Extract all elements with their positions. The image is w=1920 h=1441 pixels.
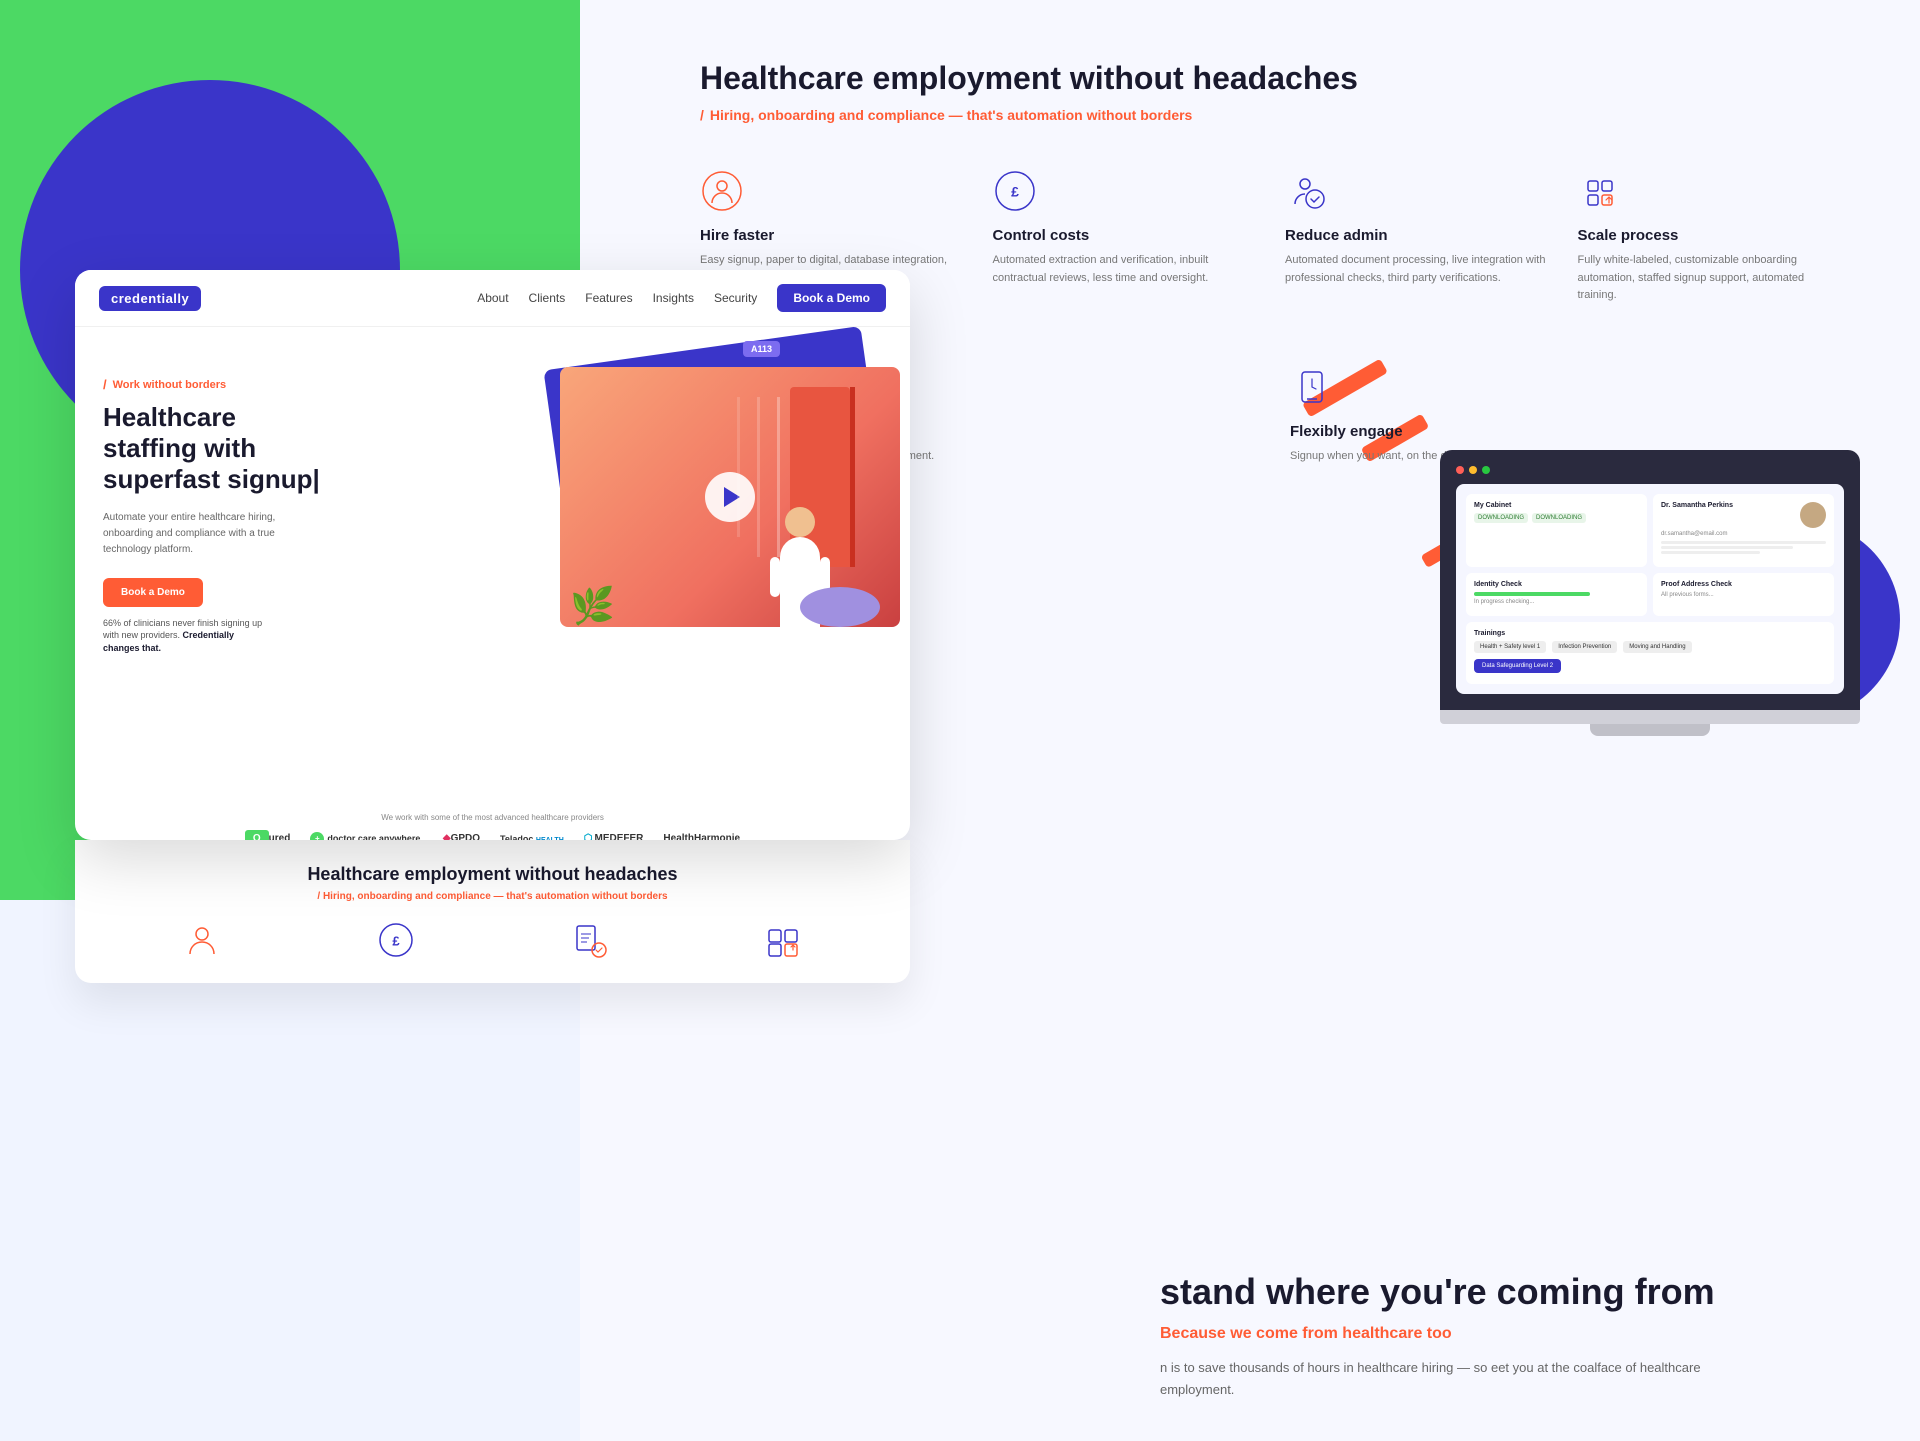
dot-red: [1456, 466, 1464, 474]
partner-medefer: ⬡MEDEFER: [584, 833, 644, 840]
mobile-icon-2: [1290, 365, 1334, 409]
nav-about[interactable]: About: [477, 291, 508, 305]
person-check-icon: [1285, 169, 1329, 213]
scale-process-title: Scale process: [1578, 227, 1841, 244]
section2-icon-2: £: [378, 922, 414, 963]
stand-out-title: stand where you're coming from: [1160, 1270, 1860, 1313]
feature-control-costs: £ Control costs Automated extraction and…: [993, 159, 1256, 315]
section2-heading: Healthcare employment without headaches: [105, 864, 880, 885]
section2-title: Healthcare employment without headaches …: [105, 864, 880, 902]
stand-out-subtitle: Because we come from healthcare too: [1160, 1325, 1860, 1343]
partner-qured: Qured: [245, 830, 290, 840]
section2-icons-row: £: [105, 922, 880, 963]
illustration-room: 🌿: [560, 367, 900, 627]
hero-description: Automate your entire healthcare hiring, …: [103, 510, 323, 558]
address-card: Proof Address Check All previous forms..…: [1653, 573, 1834, 616]
section2-subtitle: / Hiring, onboarding and compliance — th…: [105, 891, 880, 902]
partner-gpdq: ◆GPDQ: [443, 833, 480, 840]
scale-icon: [1578, 169, 1622, 213]
browser-window: credentially About Clients Features Insi…: [75, 270, 910, 840]
profile-card: Dr. Samantha Perkins dr.samantha@email.c…: [1653, 494, 1834, 567]
cabinet-card: My Cabinet DOWNLOADING DOWNLOADING: [1466, 494, 1647, 567]
features-subtitle: Hiring, onboarding and compliance — that…: [700, 107, 1840, 123]
control-costs-title: Control costs: [993, 227, 1256, 244]
scale-process-desc: Fully white-labeled, customizable onboar…: [1578, 252, 1841, 305]
browser-nav: credentially About Clients Features Insi…: [75, 270, 910, 327]
partner-teladoc: Teladoc HEALTH: [500, 834, 564, 841]
laptop-stand: [1590, 724, 1710, 736]
partner-healthharmonie: HealthHarmonie: [663, 833, 740, 840]
reduce-admin-title: Reduce admin: [1285, 227, 1548, 244]
section2-icon-4: [765, 922, 801, 963]
reduce-admin-desc: Automated document processing, live inte…: [1285, 252, 1548, 287]
nav-security[interactable]: Security: [714, 291, 757, 305]
feature-scale-process: Scale process Fully white-labeled, custo…: [1578, 159, 1841, 315]
person-icon: [700, 169, 744, 213]
nav-clients[interactable]: Clients: [529, 291, 566, 305]
trainings-card: Trainings Health + Safety level 1 Infect…: [1466, 622, 1834, 684]
hero-illustration: 🌿 A113: [490, 327, 910, 707]
svg-text:£: £: [392, 934, 400, 949]
nav-links: About Clients Features Insights Security…: [477, 284, 886, 312]
browser-bottom-section: Healthcare employment without headaches …: [75, 840, 910, 983]
nav-insights[interactable]: Insights: [653, 291, 694, 305]
room-number-badge: A113: [743, 341, 780, 357]
hero-eyebrow: Work without borders: [103, 377, 383, 392]
feature-reduce-admin: Reduce admin Automated document processi…: [1285, 159, 1548, 315]
partners-strip: We work with some of the most advanced h…: [75, 813, 910, 840]
partner-doctorcare: +doctor care anywhere.: [310, 832, 423, 841]
hero-book-demo-button[interactable]: Book a Demo: [103, 578, 203, 607]
hero-title: Healthcarestaffing withsuperfast signup|: [103, 402, 383, 496]
control-costs-desc: Automated extraction and verification, i…: [993, 252, 1256, 287]
partners-label: We work with some of the most advanced h…: [95, 813, 890, 822]
laptop-content: My Cabinet DOWNLOADING DOWNLOADING Dr. S…: [1456, 484, 1844, 694]
laptop-base: [1440, 710, 1860, 724]
avatar: [1800, 502, 1826, 528]
svg-text:£: £: [1011, 184, 1019, 200]
dot-yellow: [1469, 466, 1477, 474]
laptop-dots: [1456, 466, 1844, 474]
features-title: Healthcare employment without headaches: [700, 60, 1840, 97]
stand-out-desc: n is to save thousands of hours in healt…: [1160, 1357, 1720, 1401]
hire-faster-title: Hire faster: [700, 227, 963, 244]
laptop-screen: My Cabinet DOWNLOADING DOWNLOADING Dr. S…: [1440, 450, 1860, 710]
logo: credentially: [99, 286, 201, 311]
flexibly-title: Flexibly engage: [1290, 423, 1840, 440]
section2-icon-3: [571, 922, 607, 963]
nav-features[interactable]: Features: [585, 291, 632, 305]
right-bottom-section: stand where you're coming from Because w…: [1160, 1270, 1860, 1401]
section2-icon-1: [184, 922, 220, 963]
browser-hero: Work without borders Healthcarestaffing …: [75, 327, 910, 840]
identity-card: Identity Check In progress checking...: [1466, 573, 1647, 616]
dot-green: [1482, 466, 1490, 474]
nav-book-demo[interactable]: Book a Demo: [777, 284, 886, 312]
partners-logos: Qured +doctor care anywhere. ◆GPDQ Telad…: [95, 830, 890, 840]
pound-icon: £: [993, 169, 1037, 213]
hero-stat: 66% of clinicians never finish signing u…: [103, 617, 263, 655]
laptop-mockup: My Cabinet DOWNLOADING DOWNLOADING Dr. S…: [1440, 450, 1860, 736]
